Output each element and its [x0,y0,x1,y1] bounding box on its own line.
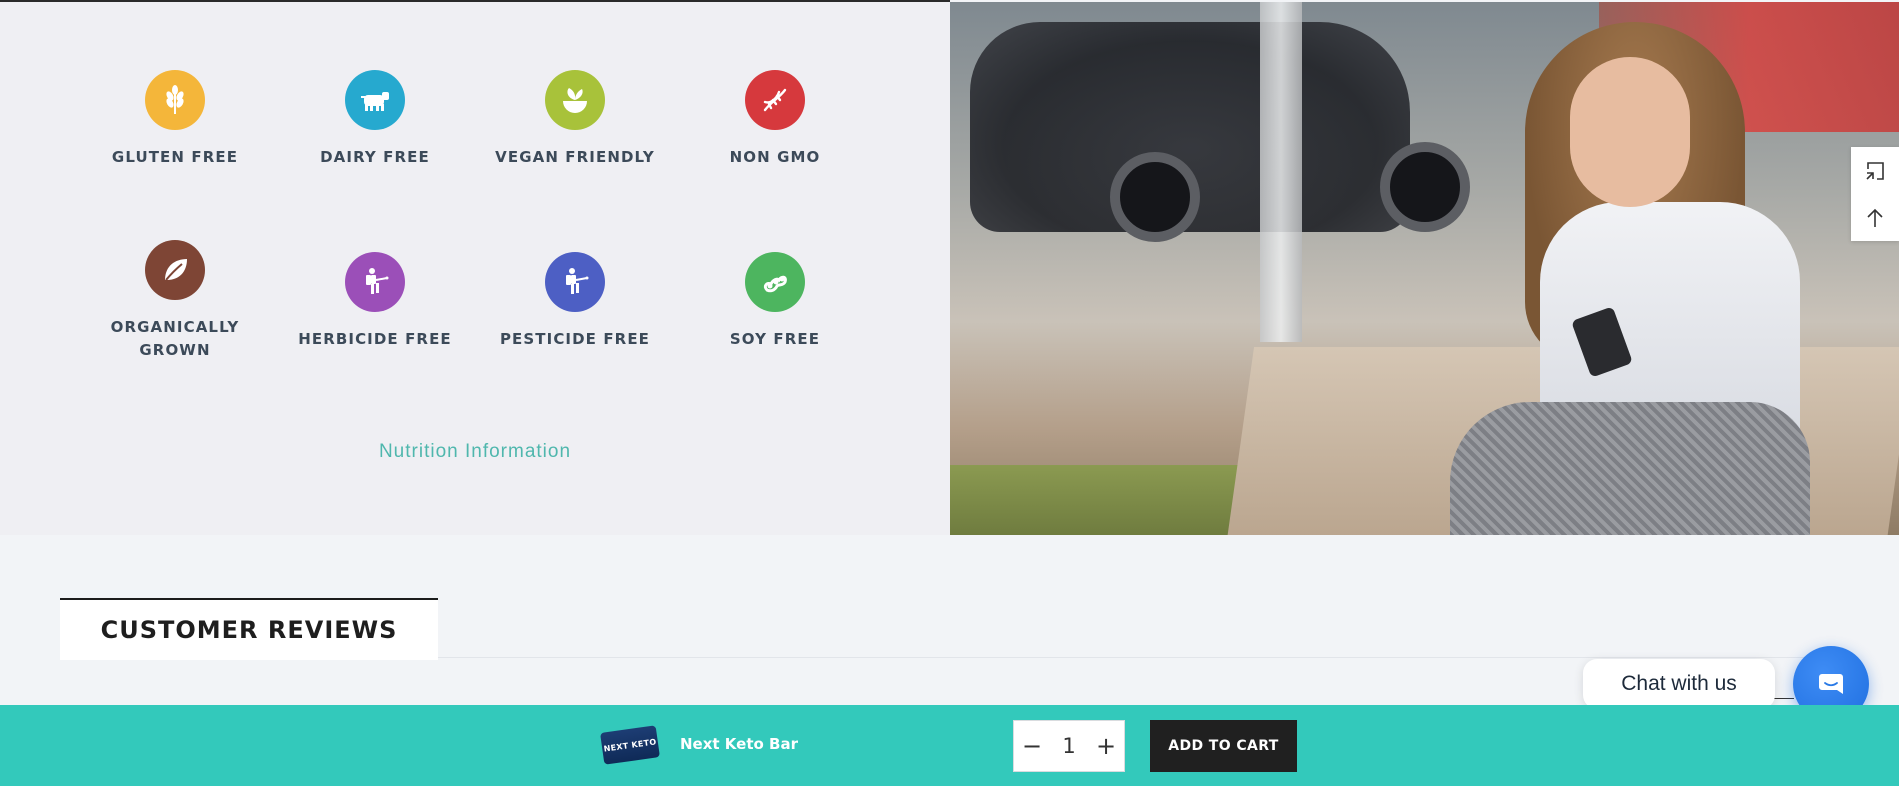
feature-label: GLUTEN FREE [111,148,239,166]
tab-label: CUSTOMER REVIEWS [100,616,398,644]
feature-label: SOY FREE [729,330,821,348]
leaf-icon [145,240,205,300]
nutrition-information-link[interactable]: Nutrition Information [0,441,950,463]
feature-label: NON GMO [729,148,821,166]
quantity-input[interactable]: 1 [1050,734,1088,758]
feature-gluten-free: GLUTEN FREE [75,70,275,169]
chat-icon [1819,674,1843,694]
feature-label: VEGAN FRIENDLY [495,148,655,166]
feature-soy-free: SOY FREE [675,252,875,351]
feature-non-gmo: NON GMO [675,70,875,169]
tab-divider [438,657,1818,658]
soybean-icon [745,252,805,312]
feature-dairy-free: DAIRY FREE [275,70,475,169]
hero-photo [950,2,1899,535]
feature-label: HERBICIDE FREE [298,330,452,348]
feature-label: PESTICIDE FREE [499,330,651,348]
sprayer-icon [345,252,405,312]
feature-label: DAIRY FREE [320,148,430,166]
sticky-add-to-cart-bar: NEXT KETO Next Keto Bar − 1 + ADD TO CAR… [0,705,1899,786]
wheat-icon [145,70,205,130]
sprayer-icon [545,252,605,312]
feature-pesticide-free: PESTICIDE FREE [475,252,675,351]
decrease-quantity-button[interactable]: − [1014,721,1050,771]
cow-icon [345,70,405,130]
product-thumbnail: NEXT KETO [600,725,660,765]
product-name: Next Keto Bar [680,735,798,753]
chat-greeting[interactable]: Chat with us [1583,659,1775,709]
add-to-cart-button[interactable]: ADD TO CART [1150,720,1297,772]
increase-quantity-button[interactable]: + [1088,721,1124,771]
quantity-stepper: − 1 + [1013,720,1125,772]
expand-icon [1866,161,1884,180]
tab-customer-reviews[interactable]: CUSTOMER REVIEWS [60,598,438,660]
feature-organically-grown: ORGANICALLY GROWN [75,240,275,362]
expand-button[interactable] [1851,147,1899,194]
feature-vegan-friendly: VEGAN FRIENDLY [475,70,675,169]
feature-label: ORGANICALLY GROWN [110,318,240,359]
features-panel: GLUTEN FREE DAIRY FREE VEGAN FRIENDLY NO… [0,2,950,535]
dna-icon [745,70,805,130]
arrow-up-icon [1867,208,1883,227]
leaf-bowl-icon [545,70,605,130]
product-page: GLUTEN FREE DAIRY FREE VEGAN FRIENDLY NO… [0,0,1899,786]
feature-herbicide-free: HERBICIDE FREE [275,252,475,351]
side-tools [1851,147,1899,241]
scroll-to-top-button[interactable] [1851,194,1899,241]
